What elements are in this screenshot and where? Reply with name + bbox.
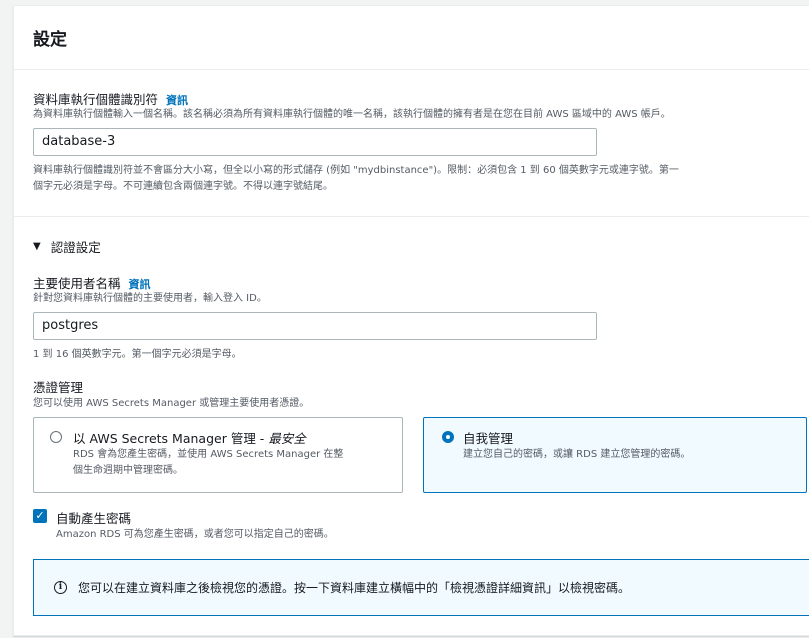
credential-management-description: 您可以使用 AWS Secrets Manager 或管理主要使用者憑證。 [33, 398, 310, 409]
radio-secrets-manager[interactable] [50, 431, 62, 443]
credential-management-label: 憑證管理 [33, 380, 84, 395]
option-self-managed[interactable]: 自我管理 建立您自己的密碼，或讓 RDS 建立您管理的密碼。 [423, 417, 807, 493]
credentials-section-toggle[interactable]: ▼ 認證設定 [33, 237, 101, 256]
master-user-constraint: 1 到 16 個英數字元。第一個字元必須是字母。 [33, 349, 242, 360]
option-secrets-manager[interactable]: 以 AWS Secrets Manager 管理 - 最安全 RDS 會為您產生… [33, 417, 403, 493]
option-secrets-manager-desc-1: RDS 會為您產生密碼，並使用 AWS Secrets Manager 在整 [73, 449, 344, 460]
auto-generate-password-label: 自動產生密碼 [56, 511, 132, 526]
db-identifier-description: 為資料庫執行個體輸入一個名稱。該名稱必須為所有資料庫執行個體的唯一名稱，該執行個… [33, 109, 671, 120]
auto-generate-password-description: Amazon RDS 可為您產生密碼，或者您可以指定自己的密碼。 [56, 529, 334, 540]
option-secrets-manager-title: 以 AWS Secrets Manager 管理 - 最安全 [73, 431, 306, 446]
db-identifier-label-row: 資料庫執行個體識別符 資訊 [33, 89, 188, 108]
option-self-managed-title: 自我管理 [463, 431, 514, 446]
db-identifier-label: 資料庫執行個體識別符 [33, 92, 159, 107]
db-identifier-input[interactable]: database-3 [33, 128, 597, 156]
credentials-info-alert: i 您可以在建立資料庫之後檢視您的憑證。按一下資料庫建立橫幅中的「檢視憑證詳細資… [33, 559, 809, 616]
radio-self-managed[interactable] [442, 431, 454, 443]
master-user-info-link[interactable]: 資訊 [129, 278, 151, 291]
panel-title: 設定 [14, 6, 809, 70]
master-user-label: 主要使用者名稱 [33, 276, 121, 291]
db-identifier-constraint-2: 個字元必須是字母。不可連續包含兩個連字號。不得以連字號結尾。 [33, 181, 333, 192]
master-user-description: 針對您資料庫執行個體的主要使用者，輸入登入 ID。 [33, 293, 267, 304]
auto-generate-password-checkbox[interactable]: ✓ [33, 509, 47, 523]
option-self-managed-desc: 建立您自己的密碼，或讓 RDS 建立您管理的密碼。 [463, 449, 691, 460]
caret-down-icon: ▼ [33, 241, 41, 252]
option-secrets-manager-desc-2: 個生命週期中管理密碼。 [73, 465, 183, 476]
settings-panel: 設定 資料庫執行個體識別符 資訊 為資料庫執行個體輸入一個名稱。該名稱必須為所有資… [13, 5, 809, 636]
info-icon: i [54, 581, 67, 594]
master-user-input[interactable]: postgres [33, 312, 597, 340]
master-user-label-row: 主要使用者名稱 資訊 [33, 273, 151, 292]
credentials-section-title: 認證設定 [50, 240, 101, 255]
db-identifier-info-link[interactable]: 資訊 [166, 94, 188, 107]
db-identifier-constraint-1: 資料庫執行個體識別符並不會區分大小寫，但全以小寫的形式儲存 (例如 "mydbi… [33, 165, 679, 176]
section-divider [14, 216, 809, 217]
alert-text: 您可以在建立資料庫之後檢視您的憑證。按一下資料庫建立橫幅中的「檢視憑證詳細資訊」… [78, 581, 631, 595]
